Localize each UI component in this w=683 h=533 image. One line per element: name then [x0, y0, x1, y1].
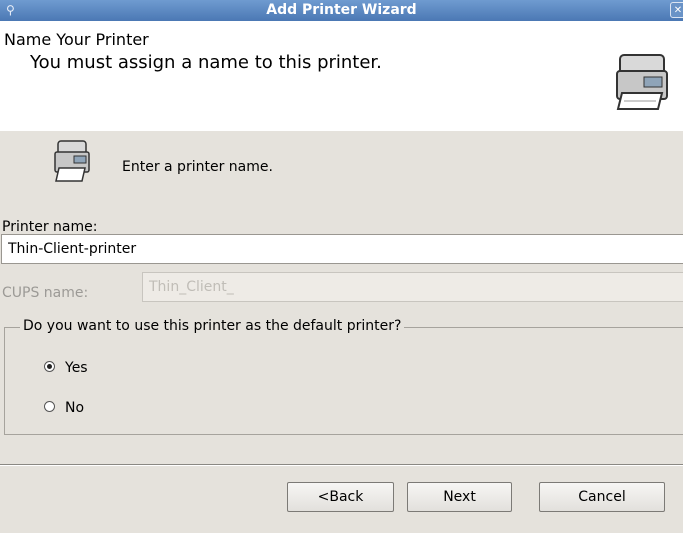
cups-name-label: CUPS name:: [2, 285, 89, 301]
page-subtitle: You must assign a name to this printer.: [30, 52, 382, 73]
next-button[interactable]: Next: [407, 482, 512, 512]
printer-name-input[interactable]: [1, 234, 683, 264]
button-separator: [0, 464, 683, 466]
intro-text: Enter a printer name.: [122, 159, 273, 175]
close-button[interactable]: ✕: [670, 2, 683, 18]
radio-yes[interactable]: Yes: [44, 360, 88, 376]
back-button[interactable]: <Back: [287, 482, 394, 512]
page-title: Name Your Printer: [4, 30, 149, 49]
cancel-button[interactable]: Cancel: [539, 482, 665, 512]
wizard-header: Name Your Printer You must assign a name…: [0, 21, 683, 131]
window-title: Add Printer Wizard: [266, 2, 417, 18]
radio-no-label: No: [65, 400, 85, 416]
radio-yes-indicator[interactable]: [44, 361, 55, 372]
printer-small-icon: [54, 140, 90, 182]
radio-no[interactable]: No: [44, 400, 84, 416]
radio-yes-label: Yes: [65, 360, 88, 376]
radio-no-indicator[interactable]: [44, 401, 55, 412]
default-printer-group: [4, 327, 683, 435]
title-bar: ⚲ Add Printer Wizard ✕: [0, 0, 683, 22]
cups-name-field: Thin_Client_: [142, 272, 683, 302]
printer-name-label: Printer name:: [2, 219, 98, 235]
wizard-content: Enter a printer name. Printer name: CUPS…: [0, 131, 683, 533]
default-printer-question: Do you want to use this printer as the d…: [20, 318, 405, 334]
printer-icon: [616, 54, 668, 110]
